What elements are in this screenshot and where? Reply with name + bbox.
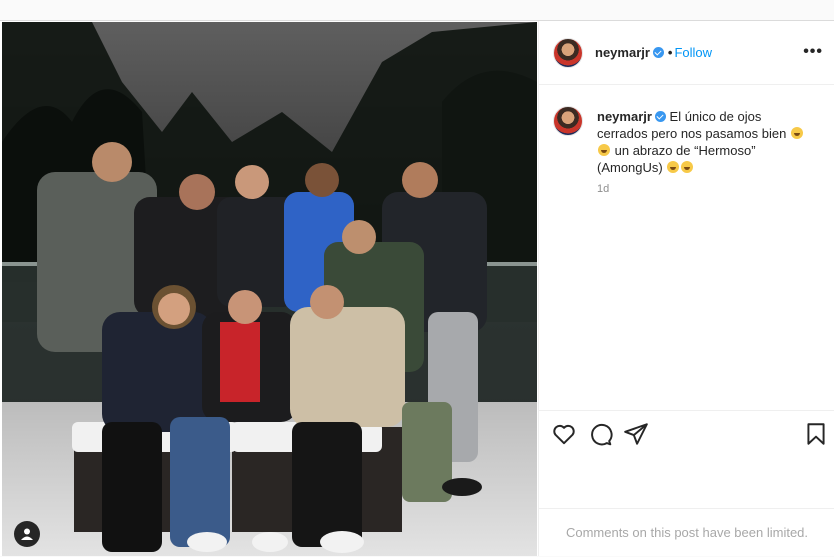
post-photo[interactable] (2, 22, 537, 556)
user-tag-icon[interactable] (14, 521, 40, 547)
heart-icon[interactable] (551, 421, 577, 447)
squinting-emoji-icon (667, 161, 680, 173)
paper-plane-icon[interactable] (623, 421, 649, 447)
caption-text: neymarjr El único de ojos cerrados pero … (597, 108, 819, 176)
verified-badge-icon (652, 47, 664, 58)
rofl-emoji-icon (790, 127, 803, 139)
squinting-emoji-icon (681, 161, 694, 173)
post-container: neymarjr • Follow ••• neymarjr El único de… (0, 20, 834, 556)
post-time[interactable]: 1d (597, 183, 609, 195)
caption-username[interactable]: neymarjr (597, 109, 652, 124)
group-photo-image (2, 22, 537, 556)
verified-badge-icon (654, 111, 666, 122)
follow-button[interactable]: Follow (674, 45, 712, 60)
username-link[interactable]: neymarjr (595, 45, 650, 60)
separator-dot: • (667, 45, 673, 60)
bookmark-icon[interactable] (803, 421, 829, 447)
avatar[interactable] (553, 106, 583, 136)
caption-line-1: El único de ojos (669, 109, 762, 124)
post-sidebar: neymarjr • Follow ••• neymarjr El único de… (538, 21, 834, 556)
post-header: neymarjr • Follow ••• (539, 21, 834, 85)
rofl-emoji-icon (598, 144, 610, 156)
caption-line-2: cerrados pero nos pasamos bien (597, 126, 787, 141)
comment-icon[interactable] (587, 421, 613, 447)
caption-line-4: (AmongUs) (597, 160, 663, 175)
page-top-bar (0, 0, 834, 20)
caption-line-3: un abrazo de “Hermoso” (614, 143, 756, 158)
more-options-icon[interactable]: ••• (803, 43, 823, 61)
action-bar (539, 410, 834, 457)
comments-limited-notice: Comments on this post have been limited. (539, 508, 834, 557)
caption-area: neymarjr El único de ojos cerrados pero … (539, 85, 834, 409)
header-user-row: neymarjr • Follow (595, 45, 712, 60)
avatar[interactable] (553, 38, 583, 68)
